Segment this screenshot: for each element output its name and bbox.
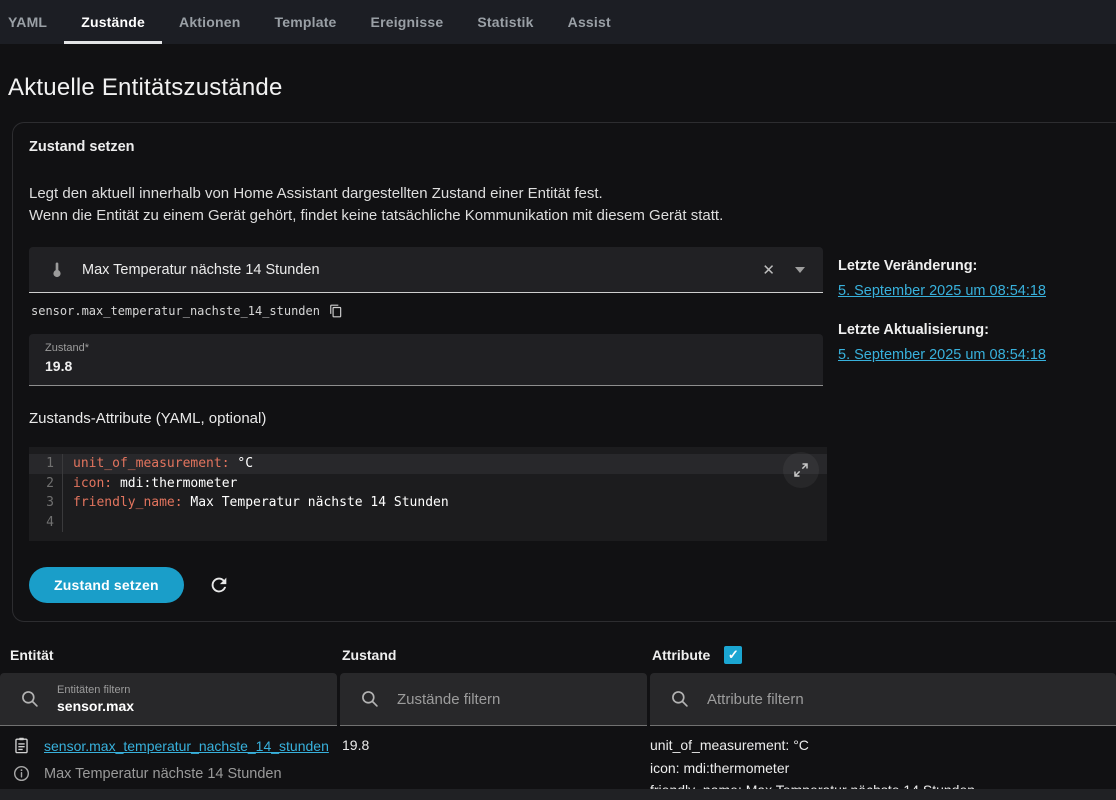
code-text: icon: mdi:thermometer <box>63 474 237 494</box>
column-header-entity: Entität <box>0 642 337 673</box>
attributes-section-label: Zustands-Attribute (YAML, optional) <box>29 410 823 427</box>
thermometer-icon <box>47 260 67 280</box>
state-filter-input[interactable]: Zustände filtern <box>340 673 647 726</box>
search-icon <box>670 689 690 709</box>
entity-id-text: sensor.max_temperatur_nachste_14_stunden <box>31 304 320 318</box>
state-input-value: 19.8 <box>45 358 807 374</box>
last-updated-link[interactable]: 5. September 2025 um 08:54:18 <box>838 347 1046 363</box>
tab-template[interactable]: Template <box>258 0 354 44</box>
line-number: 2 <box>29 474 63 494</box>
search-icon <box>360 689 380 709</box>
code-line[interactable]: 2 icon: mdi:thermometer <box>29 474 827 494</box>
column-header-attributes: Attribute ✓ <box>650 642 1116 673</box>
code-line[interactable]: 4 <box>29 513 827 533</box>
tab-zustaende[interactable]: Zustände <box>64 0 162 44</box>
card-description: Legt den aktuell innerhalb von Home Assi… <box>29 183 1116 227</box>
chevron-down-icon[interactable] <box>795 267 805 273</box>
row-entity-id-link[interactable]: sensor.max_temperatur_nachste_14_stunden <box>44 738 329 754</box>
info-icon[interactable] <box>12 764 31 783</box>
clear-icon[interactable]: ✕ <box>762 261 775 279</box>
bottom-scrollbar-track <box>0 789 1116 800</box>
card-title: Zustand setzen <box>29 139 1116 155</box>
attribute-filter-placeholder: Attribute filtern <box>707 691 804 708</box>
refresh-icon <box>208 574 230 596</box>
yaml-editor[interactable]: 1 unit_of_measurement: °C 2 icon: mdi:th… <box>29 447 827 541</box>
expand-icon <box>792 461 810 479</box>
copy-entity-id-icon[interactable] <box>12 736 31 755</box>
state-input[interactable]: Zustand* 19.8 <box>29 334 823 386</box>
entity-filter-label: Entitäten filtern <box>57 684 134 696</box>
column-header-state: Zustand <box>340 642 647 673</box>
line-number: 4 <box>29 513 63 533</box>
last-changed-label: Letzte Veränderung: <box>838 258 1046 274</box>
description-line-2: Wenn die Entität zu einem Gerät gehört, … <box>29 205 1116 227</box>
entity-picker[interactable]: Max Temperatur nächste 14 Stunden ✕ <box>29 247 823 293</box>
set-state-button[interactable]: Zustand setzen <box>29 567 184 603</box>
tab-yaml[interactable]: YAML <box>8 0 64 44</box>
code-line[interactable]: 1 unit_of_measurement: °C <box>29 454 827 474</box>
entity-picker-value: Max Temperatur nächste 14 Stunden <box>82 262 762 278</box>
tab-assist[interactable]: Assist <box>551 0 628 44</box>
entity-filter-value: sensor.max <box>57 698 134 714</box>
description-line-1: Legt den aktuell innerhalb von Home Assi… <box>29 183 1116 205</box>
set-state-card: Zustand setzen Legt den aktuell innerhal… <box>12 122 1116 622</box>
last-changed-link[interactable]: 5. September 2025 um 08:54:18 <box>838 283 1046 299</box>
last-updated-label: Letzte Aktualisierung: <box>838 322 1046 338</box>
row-attribute-line: unit_of_measurement: °C <box>650 734 1116 757</box>
tab-statistik[interactable]: Statistik <box>460 0 550 44</box>
attribute-filter-input[interactable]: Attribute filtern <box>650 673 1116 726</box>
row-attribute-line: icon: mdi:thermometer <box>650 757 1116 780</box>
row-friendly-name: Max Temperatur nächste 14 Stunden <box>44 766 282 782</box>
tab-ereignisse[interactable]: Ereignisse <box>354 0 461 44</box>
state-input-label: Zustand* <box>45 342 807 354</box>
states-table: Entität Zustand Attribute ✓ Entitäten fi… <box>0 642 1116 800</box>
devtools-tabbar: YAML Zustände Aktionen Template Ereignis… <box>0 0 1116 44</box>
copy-icon[interactable] <box>329 304 343 318</box>
code-text: friendly_name: Max Temperatur nächste 14… <box>63 493 449 513</box>
entity-timestamps: Letzte Veränderung: 5. September 2025 um… <box>838 247 1046 603</box>
tab-aktionen[interactable]: Aktionen <box>162 0 258 44</box>
page-title: Aktuelle Entitätszustände <box>8 74 1116 102</box>
code-line[interactable]: 3 friendly_name: Max Temperatur nächste … <box>29 493 827 513</box>
refresh-button[interactable] <box>208 574 230 596</box>
code-text: unit_of_measurement: °C <box>63 454 253 474</box>
line-number: 1 <box>29 454 63 474</box>
expand-editor-button[interactable] <box>783 452 819 488</box>
entity-filter-input[interactable]: Entitäten filtern sensor.max <box>0 673 337 726</box>
search-icon <box>20 689 40 709</box>
line-number: 3 <box>29 493 63 513</box>
state-filter-placeholder: Zustände filtern <box>397 691 500 708</box>
attributes-checkbox[interactable]: ✓ <box>724 646 742 664</box>
